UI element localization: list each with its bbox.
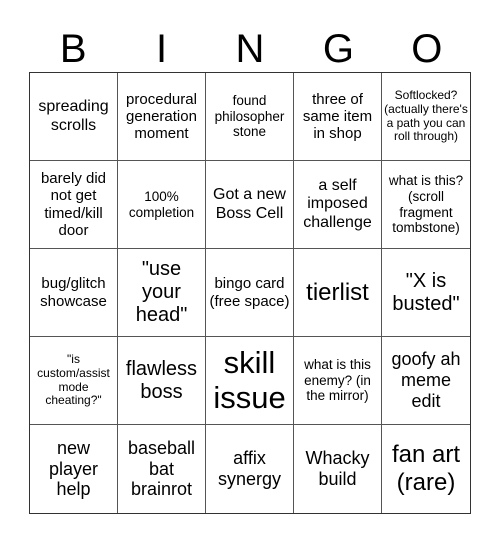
bingo-cell[interactable]: goofy ah meme edit <box>382 337 470 425</box>
header-letter-n: N <box>235 27 265 71</box>
bingo-header: B I N G O <box>29 26 471 72</box>
header-letter-g: G <box>322 27 354 71</box>
bingo-cell[interactable]: Got a new Boss Cell <box>206 161 294 249</box>
bingo-cell[interactable]: what is this enemy? (in the mirror) <box>294 337 382 425</box>
bingo-cell free-space[interactable]: bingo card (free space) <box>206 249 294 337</box>
bingo-cell[interactable]: "is custom/assist mode cheating?" <box>30 337 118 425</box>
bingo-cell[interactable]: found philosopher stone <box>206 73 294 161</box>
bingo-cell[interactable]: procedural generation moment <box>118 73 206 161</box>
bingo-cell[interactable]: bug/glitch showcase <box>30 249 118 337</box>
bingo-cell[interactable]: baseball bat brainrot <box>118 425 206 513</box>
bingo-cell[interactable]: fan art (rare) <box>382 425 470 513</box>
bingo-cell[interactable]: new player help <box>30 425 118 513</box>
bingo-cell[interactable]: what is this? (scroll fragment tombstone… <box>382 161 470 249</box>
bingo-cell[interactable]: "use your head" <box>118 249 206 337</box>
bingo-cell[interactable]: flawless boss <box>118 337 206 425</box>
bingo-cell[interactable]: three of same item in shop <box>294 73 382 161</box>
bingo-grid: spreading scrolls procedural generation … <box>29 72 471 514</box>
bingo-cell[interactable]: skill issue <box>206 337 294 425</box>
bingo-cell[interactable]: Softlocked? (actually there's a path you… <box>382 73 470 161</box>
header-letter-b: B <box>59 27 87 71</box>
header-letter-i: I <box>156 27 168 71</box>
bingo-cell[interactable]: affix synergy <box>206 425 294 513</box>
bingo-cell[interactable]: tierlist <box>294 249 382 337</box>
bingo-cell[interactable]: barely did not get timed/kill door <box>30 161 118 249</box>
header-letter-o: O <box>411 27 443 71</box>
bingo-cell[interactable]: a self imposed challenge <box>294 161 382 249</box>
bingo-cell[interactable]: Whacky build <box>294 425 382 513</box>
bingo-cell[interactable]: "X is busted" <box>382 249 470 337</box>
bingo-cell[interactable]: 100% completion <box>118 161 206 249</box>
bingo-cell[interactable]: spreading scrolls <box>30 73 118 161</box>
